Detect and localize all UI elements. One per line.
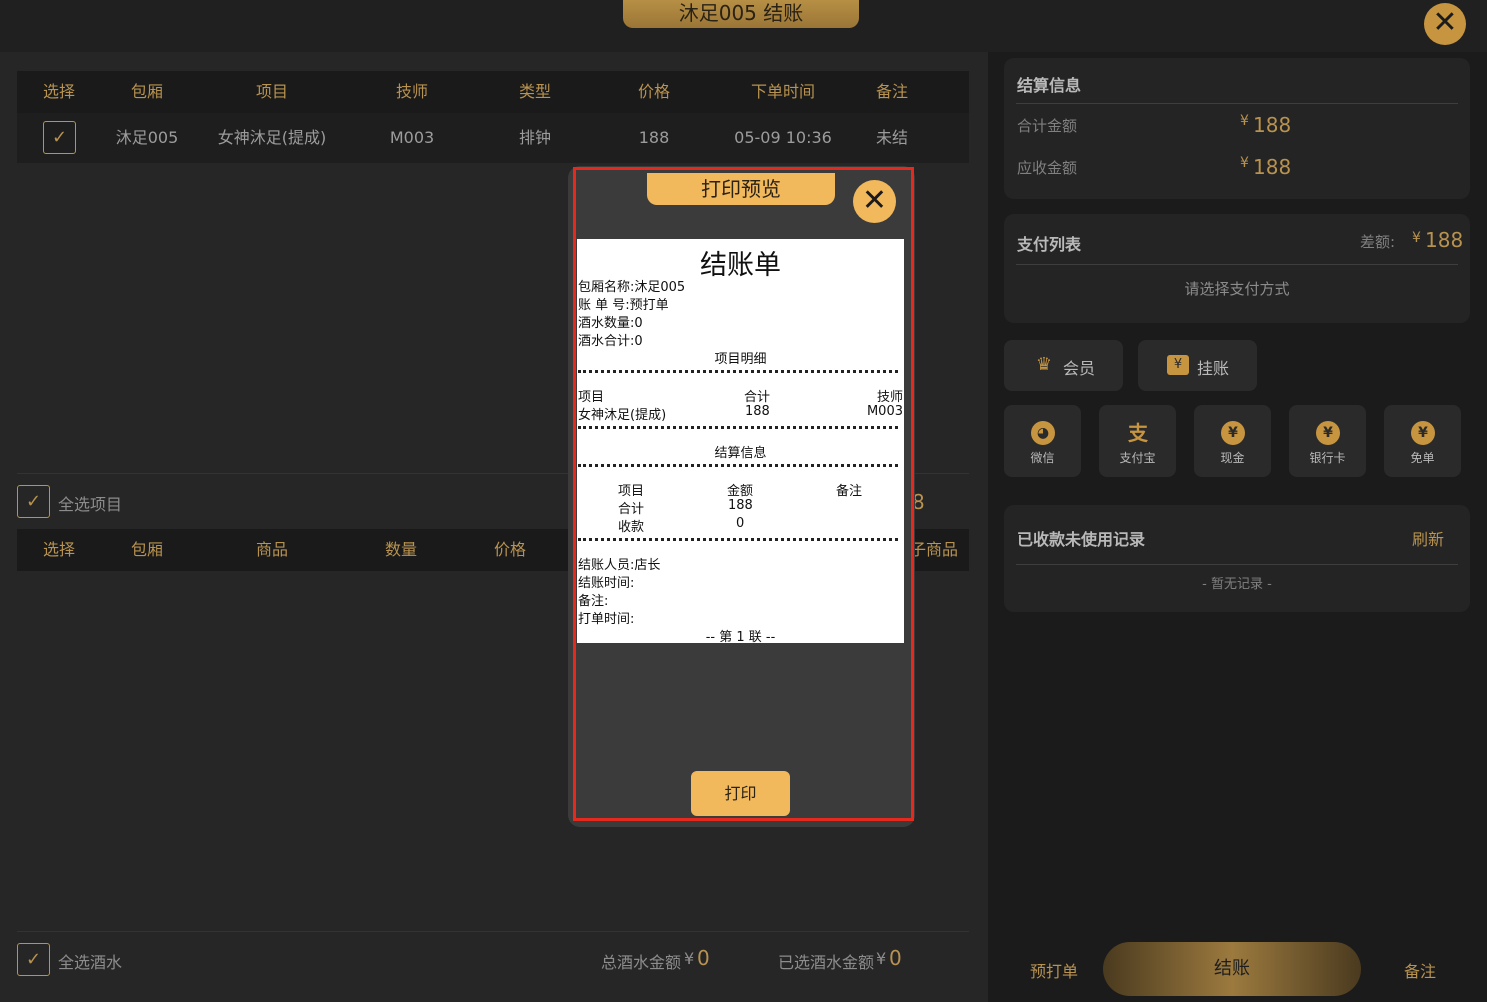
col-select: 选择 xyxy=(42,82,75,101)
total-value: 188 xyxy=(1253,113,1292,137)
credit-button[interactable]: ¥ 挂账 xyxy=(1138,340,1257,391)
refresh-link[interactable]: 刷新 xyxy=(1412,526,1444,550)
drinks-selected-value: 0 xyxy=(889,946,902,970)
col-sub-goods: 子商品 xyxy=(910,540,959,559)
drinks-total-label: 总酒水金额 xyxy=(601,953,682,972)
credit-label: 挂账 xyxy=(1197,359,1230,378)
money-bag-icon: ¥ xyxy=(1411,421,1435,445)
receivable-value: 188 xyxy=(1253,155,1292,179)
total-label: 合计金额 xyxy=(1017,117,1078,135)
unused-records-card: 已收款未使用记录 刷新 - 暂无记录 - xyxy=(1004,505,1470,612)
money-bag-icon: ¥ xyxy=(1316,421,1340,445)
drinks-selected-label: 已选酒水金额 xyxy=(778,953,875,972)
cell-note: 未结 xyxy=(875,128,908,147)
col-price: 价格 xyxy=(493,540,526,559)
pay-wechat-button[interactable]: ◕ 微信 xyxy=(1004,405,1081,477)
unused-records-title: 已收款未使用记录 xyxy=(1017,530,1146,549)
col-note: 备注 xyxy=(875,82,908,101)
cell-order-time: 05-09 10:36 xyxy=(734,128,832,147)
empty-records: - 暂无记录 - xyxy=(1202,577,1272,592)
pay-label: 微信 xyxy=(1030,451,1055,465)
cell-price: 188 xyxy=(638,128,670,147)
pay-free-button[interactable]: ¥ 免单 xyxy=(1384,405,1461,477)
col-room: 包厢 xyxy=(130,540,163,559)
close-icon[interactable]: ✕ xyxy=(1424,3,1466,45)
checkout-button[interactable]: 结账 xyxy=(1103,942,1361,996)
divider xyxy=(17,931,969,932)
remark-button[interactable]: 备注 xyxy=(1404,958,1436,982)
col-price: 价格 xyxy=(637,82,670,101)
select-all-items-label: 全选项目 xyxy=(58,495,123,514)
cell-room: 沐足005 xyxy=(115,128,179,147)
row-checkbox[interactable]: ✓ xyxy=(43,121,76,154)
pay-bankcard-button[interactable]: ¥ 银行卡 xyxy=(1289,405,1366,477)
money-bag-icon: ¥ xyxy=(1221,421,1245,445)
pay-cash-button[interactable]: ¥ 现金 xyxy=(1194,405,1271,477)
diff-currency: ¥ xyxy=(1412,230,1421,246)
col-select: 选择 xyxy=(42,540,75,559)
payment-list-card: 支付列表 差额: ¥ 188 请选择支付方式 xyxy=(1004,214,1470,323)
cell-tech: M003 xyxy=(389,128,435,147)
select-all-items-checkbox[interactable]: ✓ xyxy=(17,485,50,518)
select-all-drinks-checkbox[interactable]: ✓ xyxy=(17,943,50,976)
payment-list-title: 支付列表 xyxy=(1017,235,1082,254)
divider xyxy=(1016,564,1458,565)
divider xyxy=(1016,264,1458,265)
total-currency: ¥ xyxy=(1240,113,1249,129)
pay-alipay-button[interactable]: 支 支付宝 xyxy=(1099,405,1176,477)
receivable-currency: ¥ xyxy=(1240,155,1249,171)
member-label: 会员 xyxy=(1063,359,1096,378)
col-type: 类型 xyxy=(518,82,551,101)
items-table-header: 选择 包厢 项目 技师 类型 价格 下单时间 备注 xyxy=(17,71,969,113)
alipay-icon: 支 xyxy=(1128,421,1148,445)
col-goods: 商品 xyxy=(255,540,288,559)
yen-doc-icon: ¥ xyxy=(1167,355,1189,375)
drinks-selected-currency: ¥ xyxy=(876,949,887,968)
col-order-time: 下单时间 xyxy=(750,82,815,101)
member-button[interactable]: ♛ 会员 xyxy=(1004,340,1123,391)
settlement-card: 结算信息 合计金额 ¥ 188 应收金额 ¥ 188 xyxy=(1004,58,1470,199)
window-title: 沐足005 结账 xyxy=(623,0,859,28)
col-tech: 技师 xyxy=(395,82,428,101)
highlight-frame xyxy=(573,167,914,821)
diff-value: 188 xyxy=(1425,228,1464,252)
drinks-total-value: 0 xyxy=(697,946,710,970)
drinks-total-currency: ¥ xyxy=(684,949,695,968)
crown-icon: ♛ xyxy=(1035,354,1053,375)
settlement-title: 结算信息 xyxy=(1017,76,1082,95)
pay-label: 支付宝 xyxy=(1119,451,1156,465)
payment-placeholder: 请选择支付方式 xyxy=(1184,280,1290,298)
cell-item: 女神沐足(提成) xyxy=(217,128,327,147)
divider xyxy=(1016,103,1458,104)
table-row[interactable]: ✓ 沐足005 女神沐足(提成) M003 排钟 188 05-09 10:36… xyxy=(17,113,969,163)
pay-label: 银行卡 xyxy=(1309,451,1346,465)
pay-label: 免单 xyxy=(1410,451,1435,465)
wechat-icon: ◕ xyxy=(1031,421,1055,445)
col-qty: 数量 xyxy=(384,540,417,559)
pay-label: 现金 xyxy=(1220,451,1245,465)
receivable-label: 应收金额 xyxy=(1017,159,1078,177)
select-all-drinks-label: 全选酒水 xyxy=(58,953,123,972)
col-room: 包厢 xyxy=(130,82,163,101)
col-item: 项目 xyxy=(255,82,288,101)
diff-label: 差额: xyxy=(1360,233,1396,251)
cell-type: 排钟 xyxy=(518,128,551,147)
preprint-button[interactable]: 预打单 xyxy=(1030,958,1078,982)
